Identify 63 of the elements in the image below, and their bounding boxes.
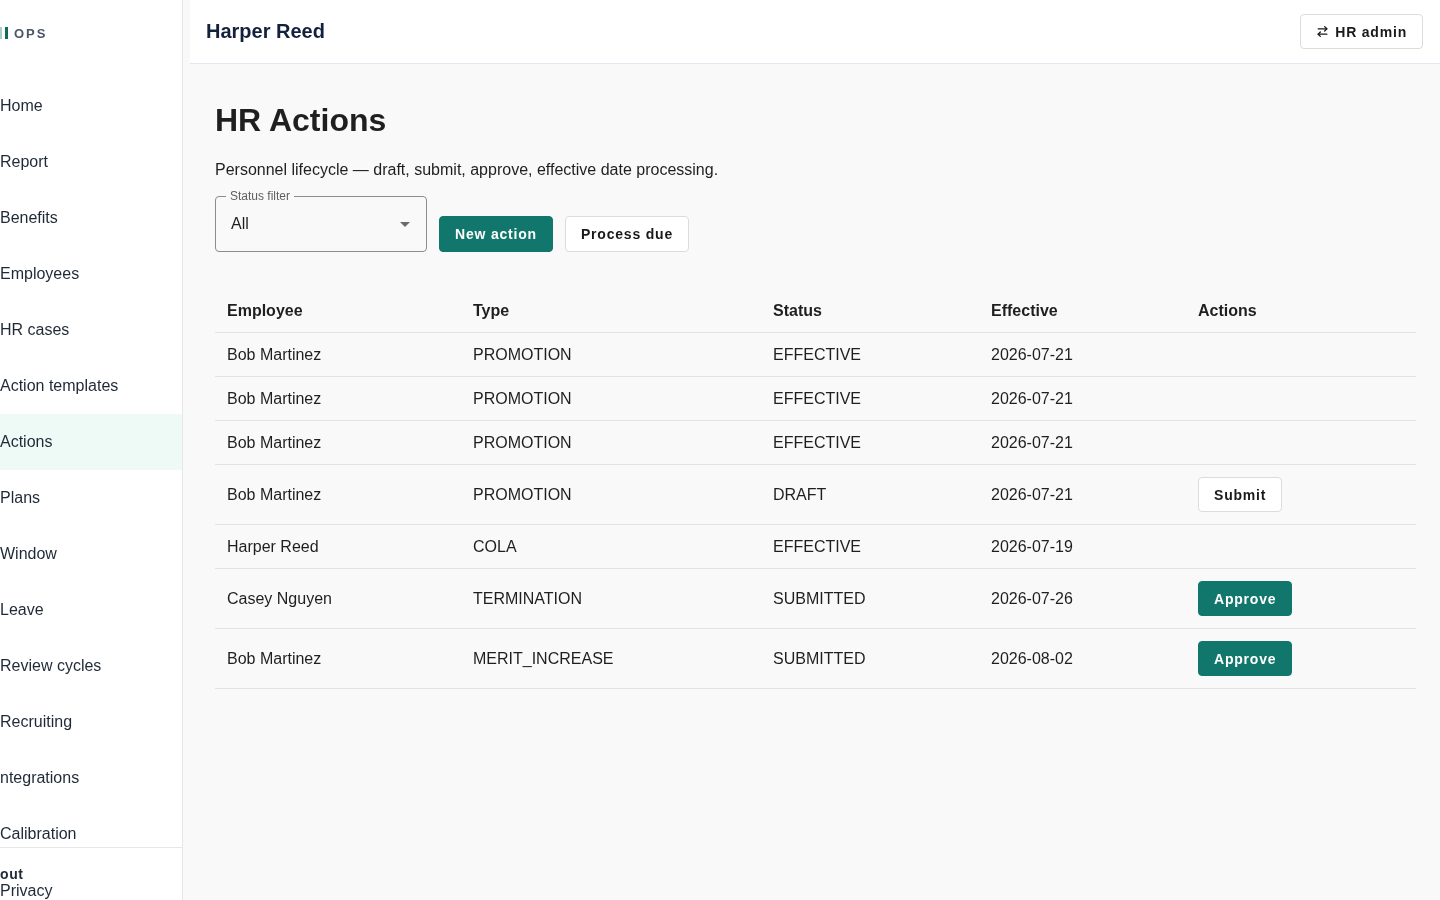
table-cell: DRAFT: [761, 464, 979, 525]
nav-item[interactable]: Report: [0, 134, 182, 190]
nav-item[interactable]: Actions: [0, 414, 182, 470]
nav-item[interactable]: HR cases: [0, 302, 182, 358]
table-cell: 2026-08-02: [979, 628, 1186, 689]
table-cell: 2026-07-21: [979, 464, 1186, 525]
nav-item[interactable]: Review cycles: [0, 638, 182, 694]
table-cell: 2026-07-26: [979, 568, 1186, 629]
footer-link[interactable]: Privacy: [0, 882, 53, 899]
table-cell: Casey Nguyen: [215, 568, 461, 629]
new-action-button[interactable]: New action: [439, 216, 553, 252]
table-cell: Bob Martinez: [215, 376, 461, 421]
table-cell: Bob Martinez: [215, 332, 461, 377]
table-cell: Bob Martinez: [215, 464, 461, 525]
nav-item[interactable]: Window: [0, 526, 182, 582]
role-switch-button[interactable]: HR admin: [1300, 14, 1423, 49]
page-subtitle: Personnel lifecycle — draft, submit, approve, effective date processing.: [215, 160, 720, 180]
column-header: Actions: [1186, 289, 1416, 333]
nav-item[interactable]: Plans: [0, 470, 182, 526]
table-cell: EFFECTIVE: [761, 376, 979, 421]
table-cell: PROMOTION: [461, 376, 761, 421]
nav-item[interactable]: ntegrations: [0, 750, 182, 806]
table-cell: EFFECTIVE: [761, 524, 979, 569]
table-cell: COLA: [461, 524, 761, 569]
table-cell: SUBMITTED: [761, 628, 979, 689]
table-cell: PROMOTION: [461, 332, 761, 377]
table-cell: 2026-07-21: [979, 376, 1186, 421]
table-cell: 2026-07-21: [979, 332, 1186, 377]
table-cell: Bob Martinez: [215, 628, 461, 689]
logo-mark-icon: [0, 27, 8, 39]
nav-item[interactable]: Recruiting: [0, 694, 182, 750]
table-cell: SUBMITTED: [761, 568, 979, 629]
field-label: Status filter: [226, 189, 295, 203]
column-header: Effective: [979, 289, 1186, 333]
table-cell: PROMOTION: [461, 464, 761, 525]
approve-button[interactable]: Approve: [1198, 641, 1293, 676]
submit-button[interactable]: Submit: [1198, 477, 1283, 512]
nav-item[interactable]: Calibration: [0, 806, 182, 847]
page-title: HR Actions: [215, 101, 388, 139]
column-header: Type: [461, 289, 761, 333]
nav-item[interactable]: Leave: [0, 582, 182, 638]
column-header: Status: [761, 289, 979, 333]
nav-item[interactable]: Action templates: [0, 358, 182, 414]
nav-item[interactable]: Employees: [0, 246, 182, 302]
table-cell: EFFECTIVE: [761, 332, 979, 377]
process-due-button[interactable]: Process due: [564, 216, 689, 252]
nav-item[interactable]: Benefits: [0, 190, 182, 246]
table-cell: MERIT_INCREASE: [461, 628, 761, 689]
logo-text: OPS: [14, 25, 48, 41]
table-cell: EFFECTIVE: [761, 420, 979, 465]
table-cell: TERMINATION: [461, 568, 761, 629]
footer-link[interactable]: out: [0, 866, 24, 882]
table-cell: 2026-07-21: [979, 420, 1186, 465]
nav-item[interactable]: Home: [0, 78, 182, 134]
table-cell: Harper Reed: [215, 524, 461, 569]
table-cell: Bob Martinez: [215, 420, 461, 465]
column-header: Employee: [215, 289, 461, 333]
user-name: Harper Reed: [206, 20, 325, 43]
caret-icon: [400, 221, 410, 227]
swap-icon: [1316, 25, 1330, 38]
approve-button[interactable]: Approve: [1198, 581, 1293, 616]
table-cell: 2026-07-19: [979, 524, 1186, 569]
table-cell: PROMOTION: [461, 420, 761, 465]
